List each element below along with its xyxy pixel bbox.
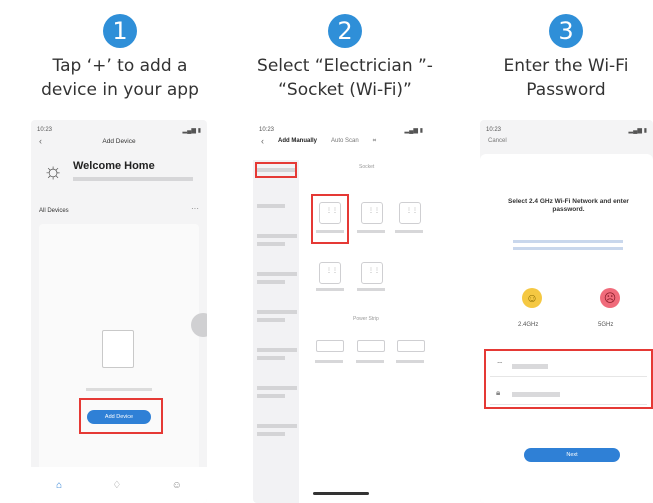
home-location-placeholder[interactable] <box>73 177 193 181</box>
no-devices-text <box>86 388 152 391</box>
status-time: 10:23 <box>37 127 53 133</box>
happy-face-icon: ☺ <box>522 288 542 308</box>
caption-line: Enter the Wi-Fi <box>503 56 629 76</box>
status-bar: 10:23 ▂▄▆ ▮ <box>259 127 423 134</box>
caption-line: device in your app <box>41 80 199 100</box>
tab-add-manually[interactable]: Add Manually <box>278 138 317 144</box>
device-label <box>316 288 344 291</box>
highlight-box <box>255 162 297 178</box>
sidebar-item[interactable] <box>257 386 297 390</box>
scan-icon[interactable]: ⌗ <box>373 138 376 145</box>
category-sidebar <box>253 160 299 503</box>
sad-face-icon: ☹ <box>600 288 620 308</box>
socket-icon[interactable] <box>361 262 383 284</box>
device-label <box>357 230 385 233</box>
wifi-hint-text <box>513 240 623 243</box>
signal-icon: ▂▄▆ ▮ <box>182 128 201 134</box>
phone-screen-add-device: 10:23 ▂▄▆ ▮ ‹ Add Device ☼ Welcome Home A… <box>31 120 207 503</box>
scene-icon[interactable]: ♢ <box>112 480 121 491</box>
step-caption: Enter the Wi-Fi Password <box>476 54 653 102</box>
step-caption: Select “Electrician ”- “Socket (Wi-Fi)” <box>255 54 435 102</box>
band-label-5ghz: 5GHz <box>598 322 614 328</box>
status-time: 10:23 <box>259 127 275 133</box>
device-label <box>396 360 424 363</box>
status-time: 10:23 <box>486 127 502 133</box>
device-label <box>356 360 384 363</box>
section-label-power-strip: Power Strip <box>353 316 379 322</box>
next-button[interactable]: Next <box>524 448 620 462</box>
welcome-title: Welcome Home <box>73 160 155 172</box>
nav-title: Add Device <box>102 138 136 145</box>
sidebar-item[interactable] <box>257 204 285 208</box>
all-devices-label[interactable]: All Devices <box>39 208 69 214</box>
caption-line: Password <box>526 80 606 100</box>
sidebar-item[interactable] <box>257 348 297 352</box>
device-label <box>357 288 385 291</box>
device-label <box>395 230 423 233</box>
profile-icon[interactable]: ☺ <box>172 480 182 491</box>
socket-icon[interactable] <box>319 262 341 284</box>
power-strip-icon[interactable] <box>357 340 385 352</box>
sidebar-item[interactable] <box>257 424 297 428</box>
highlight-box <box>484 349 653 409</box>
highlight-box <box>311 194 349 244</box>
sidebar-item[interactable] <box>257 356 285 360</box>
step-2: 2 Select “Electrician ”- “Socket (Wi-Fi)… <box>255 0 435 102</box>
power-strip-icon[interactable] <box>316 340 344 352</box>
wifi-hint-text[interactable] <box>513 247 623 250</box>
empty-document-icon <box>102 330 134 368</box>
add-mode-tabs: ‹ Add Manually Auto Scan ⌗ <box>261 136 423 146</box>
sidebar-item[interactable] <box>257 432 285 436</box>
signal-icon: ▂▄▆ ▮ <box>628 128 647 134</box>
sidebar-item[interactable] <box>257 242 285 246</box>
sun-icon: ☼ <box>43 158 64 183</box>
sidebar-item[interactable] <box>257 280 285 284</box>
tab-bar: ⌂ ♢ ☺ <box>31 467 207 503</box>
highlight-box <box>79 398 163 434</box>
status-bar: 10:23 ▂▄▆ ▮ <box>486 127 647 134</box>
caption-line: “Socket (Wi-Fi)” <box>278 80 412 100</box>
home-indicator <box>313 492 369 495</box>
sidebar-item[interactable] <box>257 234 297 238</box>
tab-auto-scan[interactable]: Auto Scan <box>331 138 359 144</box>
step-number-badge: 1 <box>103 14 137 48</box>
signal-icon: ▂▄▆ ▮ <box>404 128 423 134</box>
wifi-instruction-title: Select 2.4 GHz Wi-Fi Network and enter p… <box>508 198 629 213</box>
cancel-button[interactable]: Cancel <box>488 138 507 144</box>
power-strip-icon[interactable] <box>397 340 425 352</box>
socket-icon[interactable] <box>399 202 421 224</box>
step-number-badge: 2 <box>328 14 362 48</box>
sidebar-item[interactable] <box>257 272 297 276</box>
device-label <box>315 360 343 363</box>
sidebar-item[interactable] <box>257 318 285 322</box>
step-number-badge: 3 <box>549 14 583 48</box>
back-icon[interactable]: ‹ <box>261 136 264 146</box>
phone-screen-add-manually: 10:23 ▂▄▆ ▮ ‹ Add Manually Auto Scan ⌗ So… <box>253 120 429 503</box>
sidebar-item[interactable] <box>257 310 297 314</box>
step-caption: Tap ‘+’ to add a device in your app <box>30 54 210 102</box>
sidebar-item[interactable] <box>257 394 285 398</box>
home-icon[interactable]: ⌂ <box>56 480 62 491</box>
step-3: 3 Enter the Wi-Fi Password <box>476 0 653 102</box>
more-icon[interactable]: ··· <box>191 204 199 213</box>
socket-icon[interactable] <box>361 202 383 224</box>
band-label-2-4ghz: 2.4GHz <box>518 322 539 328</box>
phone-screen-wifi-password: 10:23 ▂▄▆ ▮ Cancel Select 2.4 GHz Wi-Fi N… <box>480 120 653 503</box>
section-label-socket: Socket <box>359 164 375 170</box>
step-1: 1 Tap ‘+’ to add a device in your app <box>30 0 210 102</box>
status-bar: 10:23 ▂▄▆ ▮ <box>37 127 201 134</box>
caption-line: Tap ‘+’ to add a <box>52 56 188 76</box>
caption-line: Select “Electrician ”- <box>257 56 433 76</box>
